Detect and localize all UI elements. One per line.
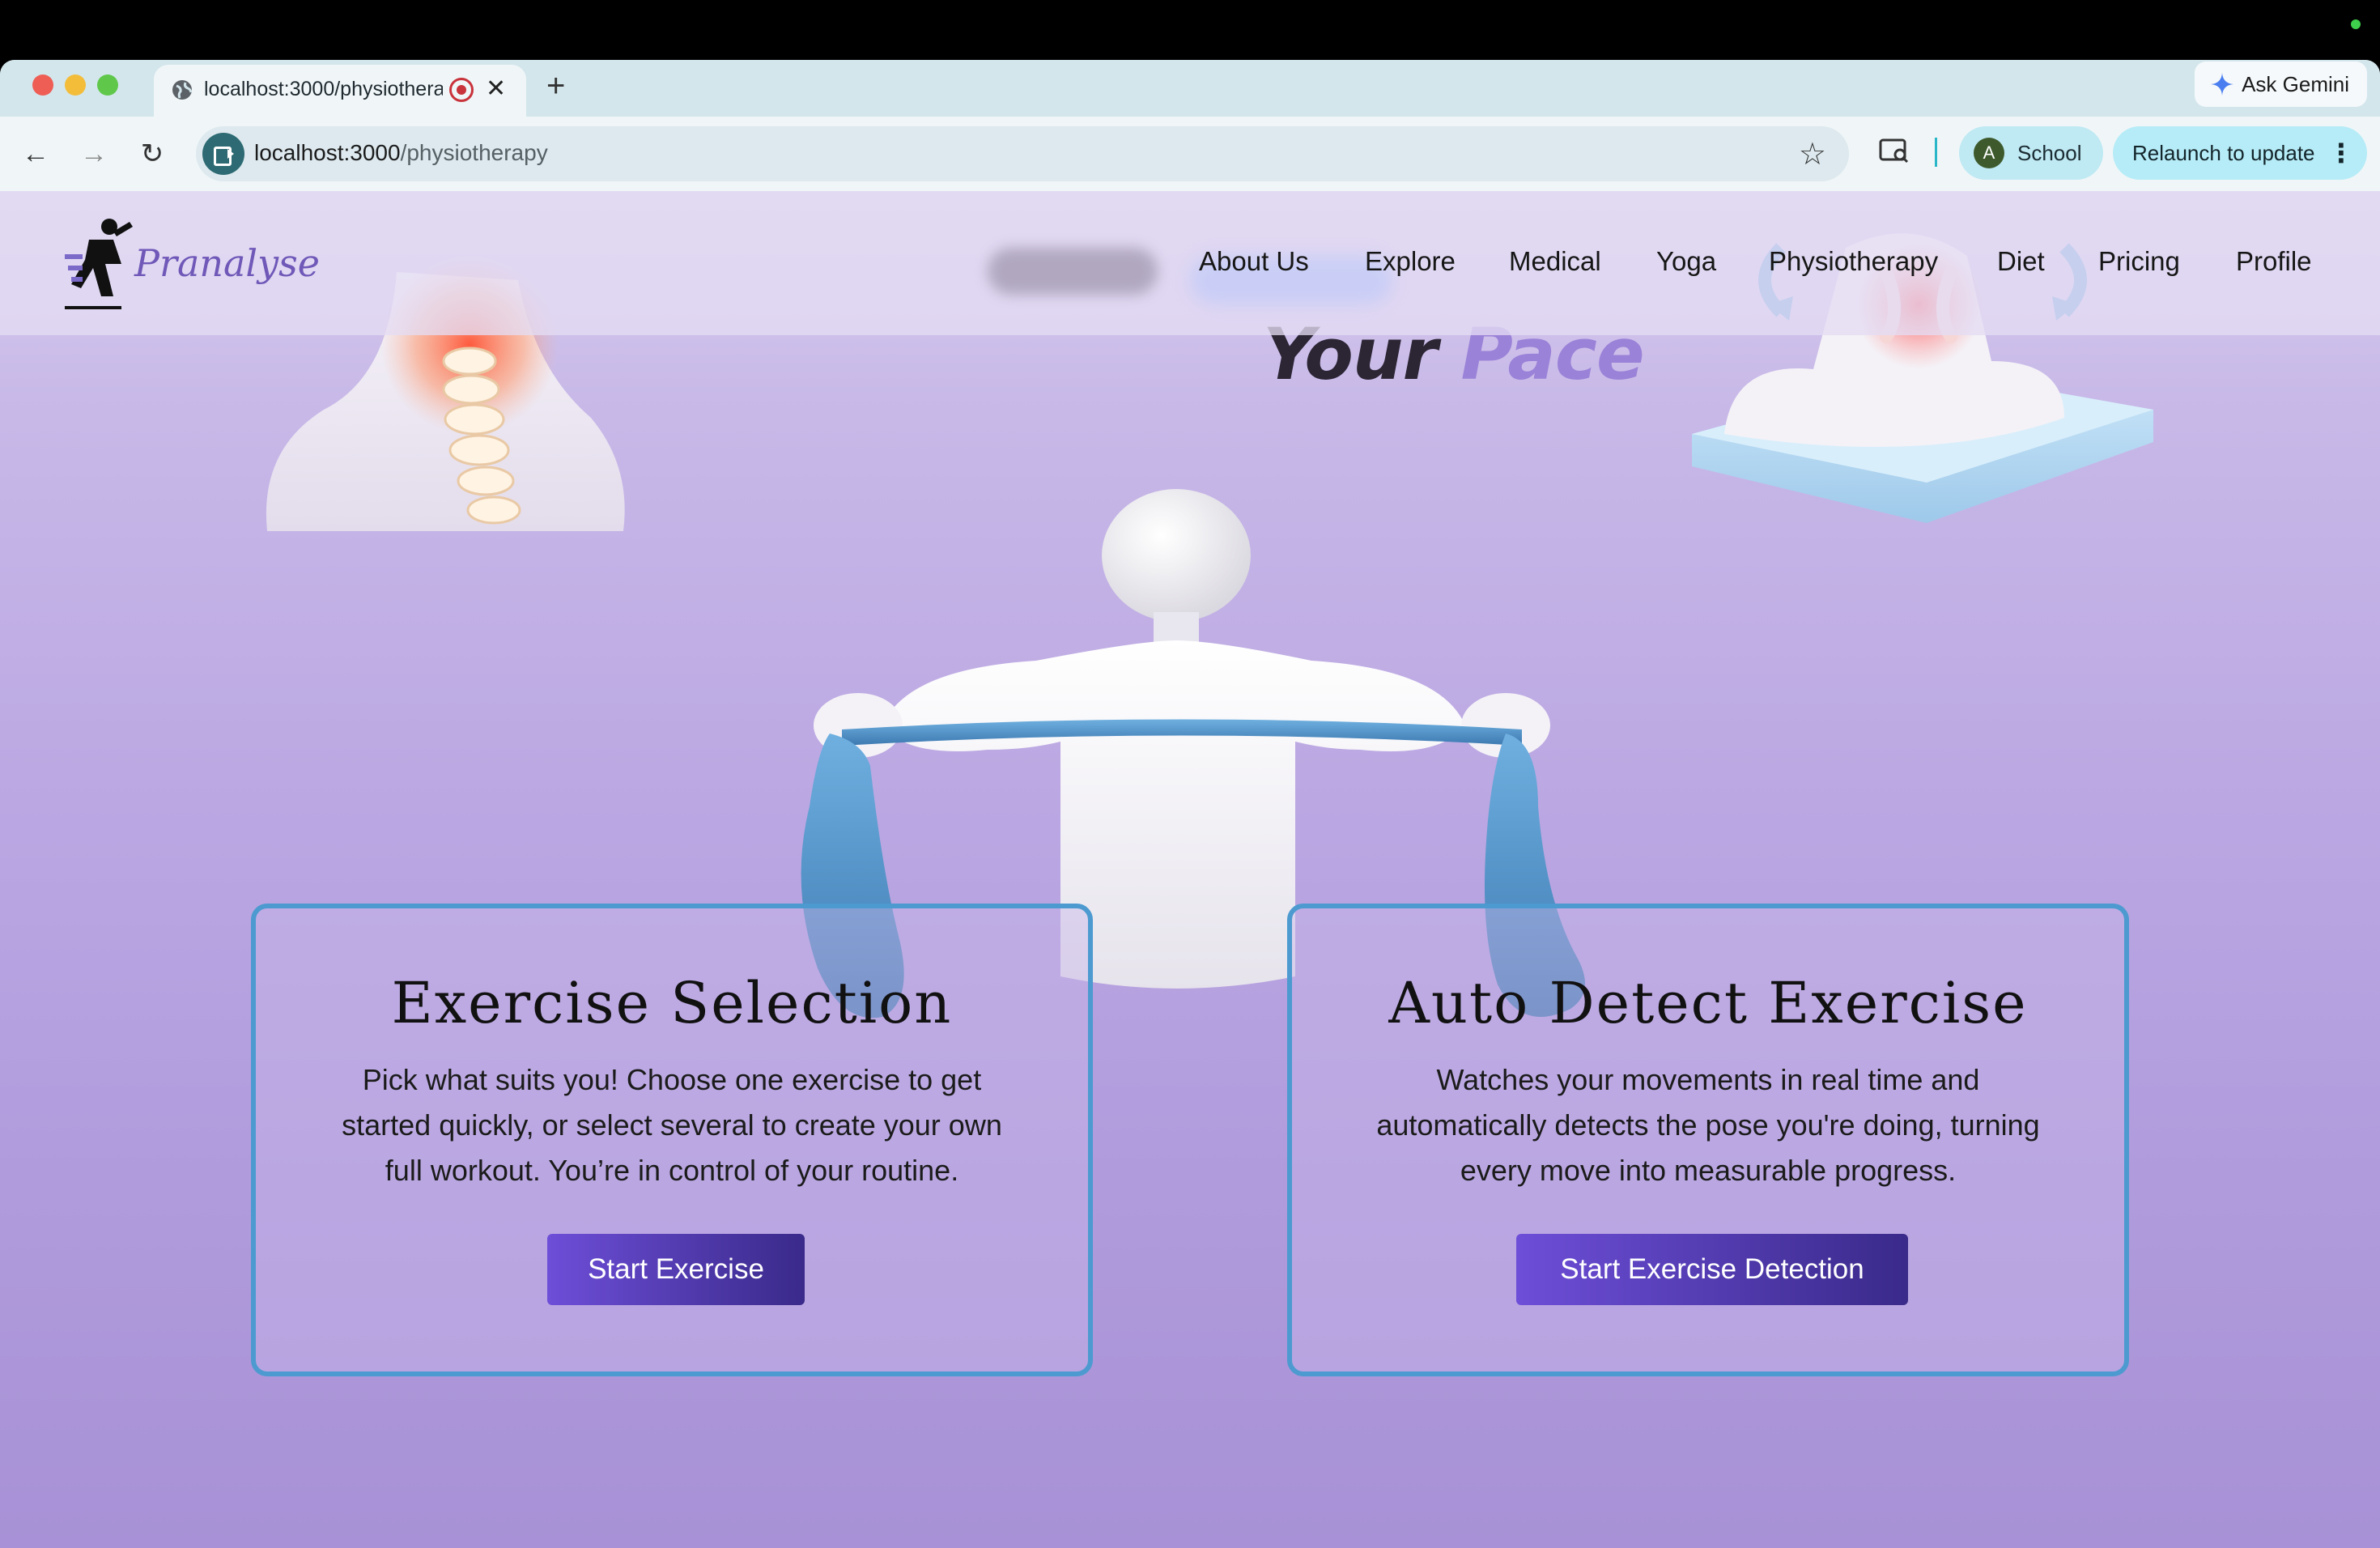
- tab-close-icon[interactable]: ✕: [486, 74, 506, 103]
- url-host: localhost:3000: [254, 140, 401, 165]
- tab-title: localhost:3000/physiotherapy: [204, 78, 443, 100]
- forward-arrow-icon[interactable]: →: [74, 134, 113, 173]
- card-description: Watches your movements in real time and …: [1376, 1063, 2040, 1187]
- nav-explore[interactable]: Explore: [1365, 246, 1456, 277]
- profile-button[interactable]: A School: [1959, 126, 2103, 180]
- brand-name: Pranalyse: [134, 241, 320, 285]
- globe-icon: [172, 80, 193, 100]
- bookmark-star-icon[interactable]: ☆: [1799, 136, 1826, 172]
- nav-pricing[interactable]: Pricing: [2098, 246, 2180, 277]
- url-text: localhost:3000/physiotherapy: [254, 140, 548, 166]
- os-menu-bar: [0, 0, 2380, 60]
- card-title: Auto Detect Exercise: [1388, 970, 2028, 1036]
- brand-logo[interactable]: Pranalyse: [65, 215, 320, 321]
- browser-window: localhost:3000/physiotherapy ✕ + Ask Gem…: [0, 60, 2380, 1548]
- profile-label: School: [2017, 141, 2082, 165]
- back-arrow-icon[interactable]: ←: [16, 134, 55, 173]
- url-path: /physiotherapy: [400, 140, 548, 165]
- more-menu-icon[interactable]: ⋮: [2328, 126, 2354, 180]
- reload-icon[interactable]: ↻: [133, 134, 172, 173]
- nav-physiotherapy[interactable]: Physiotherapy: [1769, 246, 1938, 277]
- nav-diet[interactable]: Diet: [1997, 246, 2045, 277]
- nav-medical[interactable]: Medical: [1509, 246, 1601, 277]
- tab-search-icon[interactable]: [1878, 134, 1910, 167]
- start-exercise-detection-button[interactable]: Start Exercise Detection: [1516, 1234, 1908, 1305]
- nav-yoga[interactable]: Yoga: [1656, 246, 1716, 277]
- site-navbar: Pranalyse About Us Explore Medical Yoga …: [0, 191, 2380, 335]
- gemini-sparkle-icon: [2211, 73, 2234, 96]
- avatar: A: [1974, 138, 2004, 168]
- address-bar[interactable]: localhost:3000/physiotherapy ☆: [196, 126, 1849, 181]
- tab-strip: localhost:3000/physiotherapy ✕ + Ask Gem…: [0, 60, 2380, 117]
- relaunch-label: Relaunch to update: [2132, 141, 2315, 165]
- active-tab[interactable]: localhost:3000/physiotherapy ✕: [154, 65, 526, 117]
- toolbar-divider: [1935, 138, 1937, 167]
- relaunch-button[interactable]: Relaunch to update ⋮: [2113, 126, 2367, 180]
- ask-gemini-label: Ask Gemini: [2242, 72, 2349, 96]
- runner-logo-icon: [65, 219, 133, 309]
- card-description: Pick what suits you! Choose one exercise…: [342, 1063, 1002, 1187]
- window-close-button[interactable]: [32, 74, 53, 96]
- window-zoom-button[interactable]: [97, 74, 118, 96]
- status-indicator-icon: [2351, 19, 2361, 29]
- start-exercise-button[interactable]: Start Exercise: [547, 1234, 805, 1305]
- browser-toolbar: ← → ↻ localhost:3000/physiotherapy ☆ A S…: [0, 117, 2380, 191]
- auto-detect-card: Auto Detect Exercise Watches your moveme…: [1287, 904, 2129, 1376]
- window-minimize-button[interactable]: [65, 74, 86, 96]
- exercise-selection-card: Exercise Selection Pick what suits you! …: [251, 904, 1093, 1376]
- recording-icon: [449, 78, 474, 102]
- new-tab-button[interactable]: +: [546, 68, 565, 104]
- nav-profile[interactable]: Profile: [2236, 246, 2312, 277]
- blurred-background-shape: [988, 248, 1158, 295]
- ask-gemini-button[interactable]: Ask Gemini: [2195, 62, 2367, 107]
- nav-about-us[interactable]: About Us: [1199, 246, 1309, 277]
- page-viewport[interactable]: Your Pace Pranalyse About Us Explore Med…: [0, 191, 2380, 1548]
- card-title: Exercise Selection: [391, 970, 953, 1036]
- site-info-icon[interactable]: [202, 133, 244, 175]
